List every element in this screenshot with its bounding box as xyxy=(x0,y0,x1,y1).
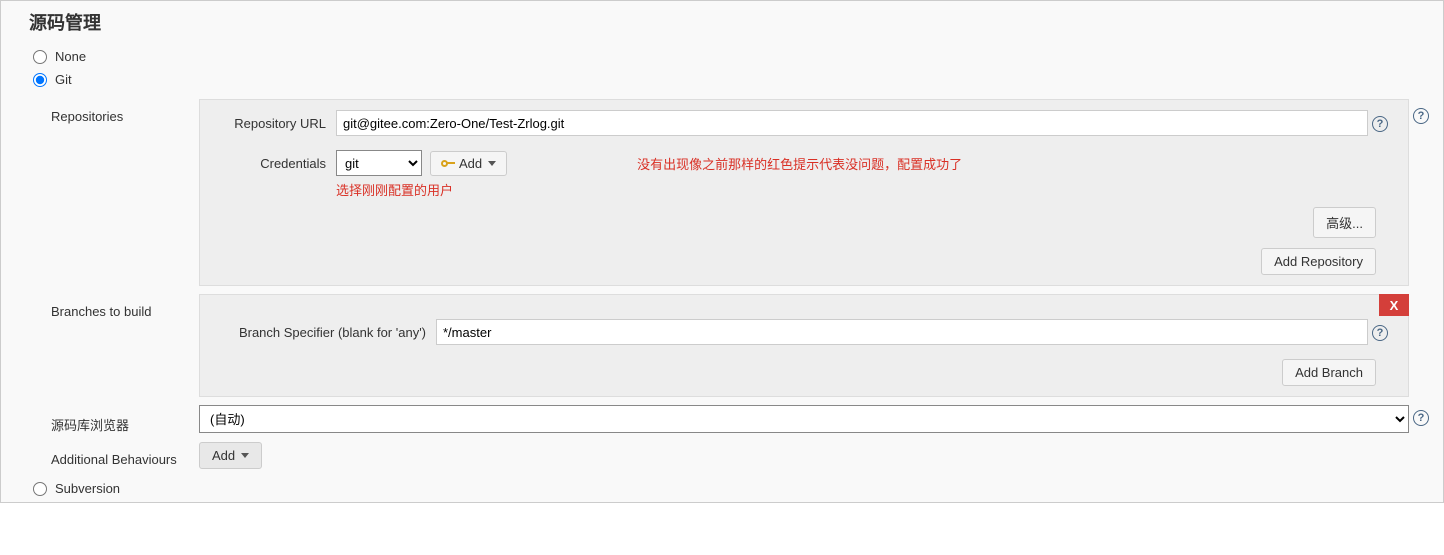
credentials-label: Credentials xyxy=(226,156,336,171)
help-icon[interactable]: ? xyxy=(1413,108,1429,124)
repo-url-field-wrap xyxy=(336,110,1368,136)
repo-browser-help-wrap: ? xyxy=(1409,405,1433,426)
help-icon[interactable]: ? xyxy=(1372,325,1388,341)
branches-label: Branches to build xyxy=(51,294,199,319)
git-config-area: Repositories Repository URL ? Credential… xyxy=(51,99,1433,469)
credentials-row: Credentials git Add 没有出现像之前那样的红色提示代表没问题，… xyxy=(200,136,1408,176)
branch-spec-help-wrap: ? xyxy=(1368,324,1392,341)
scm-section: 源码管理 None Git Repositories Repository UR… xyxy=(0,0,1444,503)
branches-panel: X Branch Specifier (blank for 'any') ? A… xyxy=(199,294,1409,397)
annotation-user-select: 选择刚刚配置的用户 xyxy=(200,180,1408,201)
additional-behaviours-label: Additional Behaviours xyxy=(51,442,199,467)
annotation-success: 没有出现像之前那样的红色提示代表没问题，配置成功了 xyxy=(637,154,962,173)
scm-label-none: None xyxy=(55,49,86,64)
add-branch-button[interactable]: Add Branch xyxy=(1282,359,1376,386)
branch-spec-field-wrap xyxy=(436,319,1368,345)
section-title: 源码管理 xyxy=(1,1,1443,45)
scm-option-none-row[interactable]: None xyxy=(1,45,1443,68)
scm-label-git: Git xyxy=(55,72,72,87)
repo-browser-select[interactable]: (自动) xyxy=(199,405,1409,433)
advanced-row: 高级... xyxy=(200,201,1408,238)
repo-url-help-wrap: ? xyxy=(1368,115,1392,132)
additional-behaviours-row: Additional Behaviours Add xyxy=(51,442,1433,469)
repo-url-input[interactable] xyxy=(336,110,1368,136)
scm-label-subversion: Subversion xyxy=(55,481,120,496)
add-repo-row: Add Repository xyxy=(200,238,1408,275)
add-branch-row: Add Branch xyxy=(200,345,1408,386)
branch-spec-label: Branch Specifier (blank for 'any') xyxy=(226,325,436,340)
credentials-select[interactable]: git xyxy=(336,150,422,176)
credentials-field-wrap: git Add 没有出现像之前那样的红色提示代表没问题，配置成功了 xyxy=(336,150,962,176)
additional-behaviours-help-spacer xyxy=(1409,442,1433,450)
add-behaviour-button[interactable]: Add xyxy=(199,442,262,469)
branches-help-spacer xyxy=(1409,294,1433,302)
add-cred-label: Add xyxy=(459,156,482,171)
advanced-button[interactable]: 高级... xyxy=(1313,207,1376,238)
key-icon xyxy=(441,160,455,167)
help-icon[interactable]: ? xyxy=(1372,116,1388,132)
add-credentials-button[interactable]: Add xyxy=(430,151,507,176)
add-behaviour-label: Add xyxy=(212,448,235,463)
repo-browser-label: 源码库浏览器 xyxy=(51,405,199,434)
repositories-help-wrap: ? xyxy=(1409,99,1433,124)
scm-radio-subversion[interactable] xyxy=(33,482,47,496)
chevron-down-icon xyxy=(488,161,496,166)
branches-row: Branches to build X Branch Specifier (bl… xyxy=(51,294,1433,397)
delete-branch-button[interactable]: X xyxy=(1379,294,1409,316)
scm-radio-git[interactable] xyxy=(33,73,47,87)
add-repository-button[interactable]: Add Repository xyxy=(1261,248,1376,275)
additional-behaviours-field: Add xyxy=(199,442,1409,469)
repo-url-label: Repository URL xyxy=(226,116,336,131)
repositories-panel: Repository URL ? Credentials git xyxy=(199,99,1409,286)
repositories-row: Repositories Repository URL ? Credential… xyxy=(51,99,1433,286)
scm-option-subversion-row[interactable]: Subversion xyxy=(1,477,1443,502)
repo-url-row: Repository URL ? xyxy=(200,100,1408,136)
repo-browser-field-wrap: (自动) xyxy=(199,405,1409,433)
scm-option-git-row[interactable]: Git xyxy=(1,68,1443,91)
chevron-down-icon xyxy=(241,453,249,458)
branch-spec-input[interactable] xyxy=(436,319,1368,345)
repositories-label: Repositories xyxy=(51,99,199,124)
branch-spec-row: Branch Specifier (blank for 'any') ? xyxy=(200,295,1408,345)
help-icon[interactable]: ? xyxy=(1413,410,1429,426)
repo-browser-row: 源码库浏览器 (自动) ? xyxy=(51,405,1433,434)
scm-radio-none[interactable] xyxy=(33,50,47,64)
